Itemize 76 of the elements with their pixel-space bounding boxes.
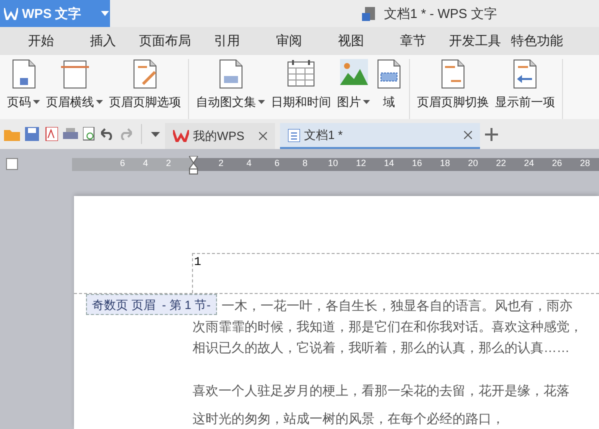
ruler-number: 14 bbox=[383, 157, 395, 170]
ruler-number: 6 bbox=[273, 157, 280, 170]
caret-icon bbox=[363, 100, 370, 104]
ribbon-tab[interactable]: 开发工具 bbox=[444, 27, 506, 55]
document-icon bbox=[288, 128, 300, 142]
ribbon-button[interactable]: 显示前一项 bbox=[492, 58, 558, 111]
ribbon-button[interactable]: 自动图文集 bbox=[193, 58, 268, 111]
ruler-number: 22 bbox=[495, 157, 507, 170]
ruler-number: 24 bbox=[523, 157, 535, 170]
undo-icon[interactable] bbox=[101, 128, 114, 140]
ribbon-button[interactable]: 页眉页脚切换 bbox=[414, 58, 492, 111]
ruler-number: 8 bbox=[301, 157, 308, 170]
ruler-number: 2 bbox=[217, 157, 224, 170]
page-number-icon bbox=[10, 58, 36, 89]
ribbon-tab[interactable]: 视图 bbox=[320, 27, 382, 55]
paragraph-line: 相识已久的故人，它说着，我听着，那么的认真，那么的认真…… bbox=[192, 339, 571, 357]
header-text: 1 bbox=[193, 254, 202, 270]
tab-label: 文档1 * bbox=[304, 127, 344, 144]
paragraph-line: 喜欢一个人驻足岁月的梗上，看那一朵花的去留，花开是缘，花落 bbox=[192, 382, 571, 400]
plus-icon[interactable] bbox=[485, 128, 498, 141]
calendar-icon bbox=[287, 58, 315, 87]
ruler-number: 10 bbox=[327, 157, 339, 170]
document-tab[interactable]: 我的WPS bbox=[165, 123, 275, 150]
caret-icon[interactable] bbox=[151, 132, 160, 137]
page-pencil-icon bbox=[132, 58, 158, 89]
ribbon-button[interactable]: 日期和时间 bbox=[268, 58, 334, 111]
caret-icon bbox=[33, 100, 40, 104]
ribbon-button[interactable]: 域 bbox=[373, 58, 405, 111]
window-title: 文档1 * - WPS 文字 bbox=[384, 4, 497, 23]
picture-icon bbox=[340, 58, 368, 85]
ruler-number: 4 bbox=[245, 157, 252, 170]
ruler-number: 2 bbox=[166, 157, 171, 170]
paragraph-line: 次雨霏霏的时候，我知道，那是它们在和你我对话。喜欢这种感觉， bbox=[192, 318, 583, 336]
previous-arrow-icon bbox=[512, 58, 538, 89]
caret-icon bbox=[96, 100, 103, 104]
ribbon-button[interactable]: 图片 bbox=[334, 58, 373, 111]
ribbon-button[interactable]: 页眉页脚选项 bbox=[106, 58, 184, 111]
save-icon[interactable] bbox=[25, 127, 39, 142]
ruler-number: 26 bbox=[551, 157, 563, 170]
print-preview-icon[interactable] bbox=[83, 127, 96, 142]
pdf-icon[interactable] bbox=[44, 127, 58, 142]
autotext-icon bbox=[218, 58, 244, 89]
ribbon-tab[interactable]: 章节 bbox=[382, 27, 444, 55]
ruler-number: 4 bbox=[142, 157, 148, 170]
ribbon-tab[interactable]: 特色功能 bbox=[506, 27, 568, 55]
ribbon-tab[interactable]: 开始 bbox=[10, 27, 72, 55]
header-label: 奇数页 页眉 - 第 1 节- bbox=[86, 294, 217, 315]
header-line-icon bbox=[60, 58, 90, 89]
paragraph-line: 这时光的匆匆，站成一树的风景，在每个必经的路口， bbox=[192, 410, 506, 428]
ruler-number: 16 bbox=[411, 157, 423, 170]
print-icon[interactable] bbox=[63, 128, 78, 141]
ribbon-tab[interactable]: 插入 bbox=[72, 27, 134, 55]
ruler-number: 6 bbox=[120, 157, 125, 170]
tab-label: 我的WPS bbox=[193, 128, 246, 146]
ruler-number: 20 bbox=[467, 157, 479, 170]
field-icon bbox=[376, 58, 402, 89]
paragraph-line: 一木，一花一叶，各自生长，独显各自的语言。风也有，雨亦 bbox=[222, 297, 574, 315]
document-tab[interactable]: 文档1 * bbox=[280, 123, 480, 150]
indent-marker[interactable] bbox=[189, 156, 198, 175]
ruler-number: 28 bbox=[579, 157, 591, 170]
document-icon bbox=[362, 6, 376, 20]
ribbon-tab[interactable]: 页面布局 bbox=[134, 27, 196, 55]
ribbon-button[interactable]: 页眉横线 bbox=[43, 58, 106, 111]
close-icon[interactable] bbox=[464, 131, 472, 140]
ribbon-tab[interactable]: 审阅 bbox=[258, 27, 320, 55]
caret-icon bbox=[258, 100, 265, 104]
caret-icon bbox=[101, 11, 110, 16]
ribbon-button[interactable]: 页码 bbox=[4, 58, 43, 111]
logo-icon bbox=[4, 8, 18, 20]
header-footer-switch-icon bbox=[440, 58, 466, 89]
tab-stop-selector[interactable] bbox=[6, 158, 18, 170]
ruler-number: 18 bbox=[439, 157, 451, 170]
wps-logo-icon bbox=[173, 130, 189, 142]
close-icon[interactable] bbox=[259, 132, 267, 140]
ruler-number: 12 bbox=[355, 157, 367, 170]
ribbon-tab[interactable]: 引用 bbox=[196, 27, 258, 55]
